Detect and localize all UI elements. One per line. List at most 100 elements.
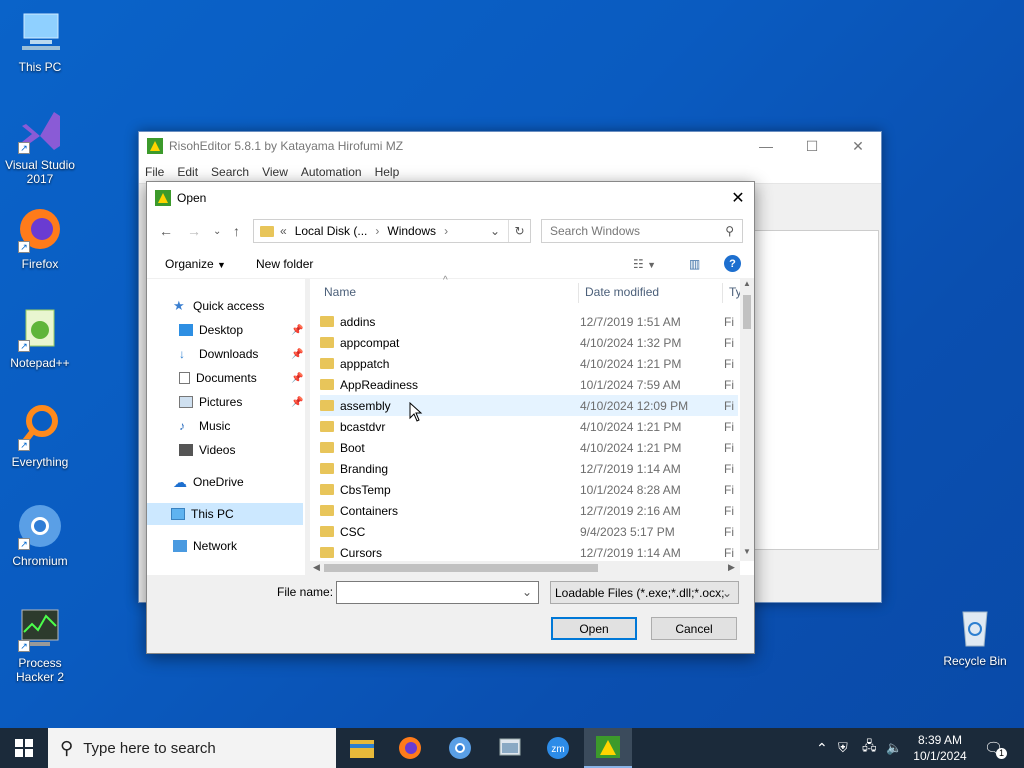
nav-this-pc[interactable]: This PC [147, 503, 303, 525]
nav-onedrive[interactable]: ☁ OneDrive [173, 471, 244, 493]
scroll-down-icon[interactable]: ▼ [743, 547, 751, 556]
file-row[interactable]: AppReadiness 10/1/2024 7:59 AM Fi [320, 374, 738, 395]
horizontal-scrollbar[interactable]: ◀ ▶ [310, 561, 740, 575]
nav-documents[interactable]: Documents [179, 367, 257, 389]
chevron-down-icon: ⌄ [489, 224, 500, 238]
file-row[interactable]: Containers 12/7/2019 2:16 AM Fi [320, 500, 738, 521]
nav-downloads[interactable]: ↓ Downloads [179, 343, 258, 365]
address-bar[interactable]: « Local Disk (... › Windows › ⌄ ↻ [253, 219, 531, 243]
menu-file[interactable]: File [145, 165, 164, 179]
desktop-icon-this-pc[interactable]: This PC [0, 8, 80, 74]
open-button[interactable]: Open [551, 617, 637, 640]
start-button[interactable] [0, 728, 48, 768]
nav-videos[interactable]: Videos [179, 439, 235, 461]
search-input[interactable]: Search Windows [550, 224, 640, 238]
file-type-select[interactable]: Loadable Files (*.exe;*.dll;*.ocx; ⌄ [550, 581, 739, 604]
view-options-button[interactable]: ☷ ▼ [633, 257, 656, 271]
column-divider[interactable] [722, 283, 723, 303]
file-row[interactable]: apppatch 4/10/2024 1:21 PM Fi [320, 353, 738, 374]
menu-search[interactable]: Search [211, 165, 249, 179]
nav-quick-access[interactable]: ★ Quick access [173, 295, 264, 317]
minimize-icon: — [759, 138, 773, 154]
file-row[interactable]: Branding 12/7/2019 1:14 AM Fi [320, 458, 738, 479]
file-name: assembly [340, 398, 391, 413]
taskbar-risoh-editor[interactable] [584, 728, 632, 768]
file-row[interactable]: appcompat 4/10/2024 1:32 PM Fi [320, 332, 738, 353]
vertical-scroll-thumb[interactable] [743, 295, 751, 329]
minimize-button[interactable]: — [743, 132, 789, 160]
horizontal-scroll-thumb[interactable] [324, 564, 598, 572]
vertical-scrollbar[interactable]: ▲ ▼ [740, 279, 754, 561]
column-header-date[interactable]: Date modified [585, 279, 659, 305]
desktop-icon-notepad-plus-plus[interactable]: ↗ Notepad++ [0, 304, 80, 370]
taskbar-zoom-app[interactable]: zm [534, 728, 582, 768]
up-button[interactable]: ↑ [233, 223, 240, 239]
cancel-button[interactable]: Cancel [651, 617, 737, 640]
desktop-icon-chromium[interactable]: ↗ Chromium [0, 502, 80, 568]
taskbar-firefox[interactable] [386, 728, 434, 768]
address-dropdown-button[interactable]: ⌄ [490, 224, 500, 238]
desktop-icon-process-hacker[interactable]: ↗ Process Hacker 2 [0, 604, 80, 684]
file-row[interactable]: bcastdvr 4/10/2024 1:21 PM Fi [320, 416, 738, 437]
file-row[interactable]: addins 12/7/2019 1:51 AM Fi [320, 311, 738, 332]
close-button[interactable]: ✕ [835, 132, 881, 160]
file-row[interactable]: Cursors 12/7/2019 1:14 AM Fi [320, 542, 738, 563]
forward-button[interactable]: → [187, 223, 201, 239]
nav-pictures[interactable]: Pictures [179, 391, 242, 413]
file-row[interactable]: Boot 4/10/2024 1:21 PM Fi [320, 437, 738, 458]
action-center-button[interactable]: 🗨 1 [984, 728, 1008, 768]
file-name-input[interactable]: ⌄ [336, 581, 539, 604]
desktop-icon-everything[interactable]: ↗ Everything [0, 403, 80, 469]
chevron-down-icon: ▼ [217, 260, 226, 270]
menu-help[interactable]: Help [375, 165, 400, 179]
new-folder-button[interactable]: New folder [256, 257, 313, 271]
file-date: 12/7/2019 2:16 AM [580, 503, 681, 518]
tray-volume-button[interactable]: 🔈 [886, 728, 902, 768]
taskbar-chromium[interactable] [436, 728, 484, 768]
recent-locations-button[interactable]: ⌄ [213, 226, 221, 237]
menu-automation[interactable]: Automation [301, 165, 362, 179]
scroll-up-icon[interactable]: ▲ [743, 279, 751, 288]
desktop-icon-firefox[interactable]: ↗ Firefox [0, 205, 80, 271]
folder-icon [320, 547, 334, 558]
column-divider[interactable] [578, 283, 579, 303]
tray-network-button[interactable]: 🖧 [862, 728, 877, 768]
taskbar-file-explorer[interactable] [338, 728, 386, 768]
tray-security-icon-button[interactable]: ⛨ [838, 728, 848, 768]
editor-content-area[interactable] [753, 230, 879, 550]
refresh-button[interactable]: ↻ [508, 220, 530, 242]
desktop-icon-visual-studio[interactable]: ↗ Visual Studio 2017 [0, 106, 80, 186]
back-button[interactable]: ← [159, 223, 173, 239]
taskbar-app-window[interactable] [486, 728, 534, 768]
folder-icon [320, 358, 334, 369]
help-button[interactable]: ? [724, 255, 741, 272]
column-header-name[interactable]: Name [324, 279, 356, 305]
address-segment-windows[interactable]: Windows [387, 224, 436, 238]
nav-music[interactable]: ♪ Music [179, 415, 230, 437]
folder-icon [320, 505, 334, 516]
preview-pane-button[interactable]: ▥ [689, 257, 700, 271]
organize-button[interactable]: Organize ▼ [165, 257, 226, 271]
dialog-close-button[interactable]: ✕ [722, 182, 754, 213]
nav-desktop[interactable]: Desktop [179, 319, 243, 341]
scroll-left-icon[interactable]: ◀ [313, 562, 320, 573]
nav-network[interactable]: Network [173, 535, 237, 557]
dialog-titlebar[interactable]: Open ✕ [147, 182, 754, 213]
file-row[interactable]: CSC 9/4/2023 5:17 PM Fi [320, 521, 738, 542]
taskbar-search-input[interactable]: Type here to search [83, 740, 216, 757]
file-row[interactable]: CbsTemp 10/1/2024 8:28 AM Fi [320, 479, 738, 500]
show-hidden-icons-button[interactable]: ⌃ [816, 728, 828, 768]
chevron-down-icon[interactable]: ⌄ [522, 585, 532, 599]
address-segment-local-disk[interactable]: Local Disk (... [295, 224, 368, 238]
menu-view[interactable]: View [262, 165, 288, 179]
taskbar-search-box[interactable]: ⚲ Type here to search [48, 728, 336, 768]
maximize-button[interactable]: ☐ [789, 132, 835, 160]
search-box[interactable]: Search Windows ⚲ [541, 219, 743, 243]
editor-titlebar[interactable]: RisohEditor 5.8.1 by Katayama Hirofumi M… [139, 132, 881, 160]
address-overflow[interactable]: « [280, 224, 287, 238]
taskbar-clock[interactable]: 8:39 AM 10/1/2024 [902, 732, 978, 764]
menu-edit[interactable]: Edit [177, 165, 198, 179]
scroll-right-icon[interactable]: ▶ [728, 562, 735, 573]
file-row[interactable]: assembly 4/10/2024 12:09 PM Fi [320, 395, 738, 416]
desktop-icon-recycle-bin[interactable]: Recycle Bin [935, 602, 1015, 668]
